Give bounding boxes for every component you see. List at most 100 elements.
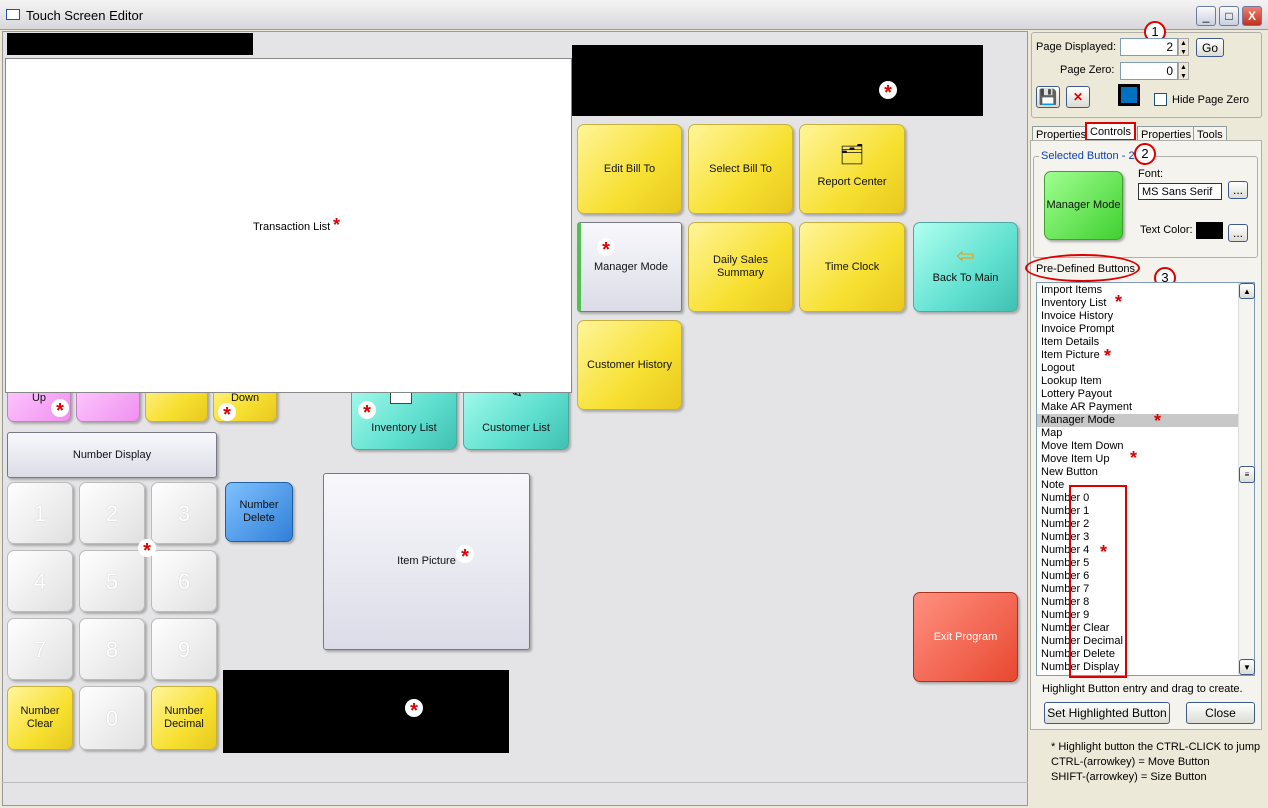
predefined-buttons-label: Pre-Defined Buttons <box>1036 263 1136 275</box>
help-text-1: * Highlight button the CTRL-CLICK to jum… <box>1051 741 1261 753</box>
window-title: Touch Screen Editor <box>26 8 144 23</box>
asterisk-marker: * <box>1104 346 1112 366</box>
manager-mode-button[interactable]: Manager Mode <box>577 222 682 312</box>
asterisk-marker: * <box>138 539 156 562</box>
go-button[interactable]: Go <box>1196 38 1224 57</box>
black-display-bar[interactable] <box>7 33 253 55</box>
list-item[interactable]: Invoice History <box>1037 310 1254 323</box>
asterisk-marker: * <box>456 545 474 568</box>
app-icon <box>6 9 20 20</box>
page-zero-label: Page Zero: <box>1060 64 1115 76</box>
help-text-3: SHIFT-(arrowkey) = Size Button <box>1051 771 1207 783</box>
text-color-label: Text Color: <box>1140 224 1193 236</box>
number-display[interactable]: Number Display <box>7 432 217 478</box>
black-display-top[interactable] <box>572 45 983 116</box>
text-color-browse-button[interactable]: ... <box>1228 224 1248 242</box>
page-zero-input[interactable]: 0 <box>1120 62 1178 80</box>
close-window-button[interactable]: X <box>1242 6 1262 26</box>
daily-sales-summary-button[interactable]: Daily Sales Summary <box>688 222 793 312</box>
edit-bill-to-button[interactable]: Edit Bill To <box>577 124 682 214</box>
page-displayed-label: Page Displayed: <box>1036 41 1117 53</box>
number-6-button[interactable]: 6 <box>151 550 217 612</box>
list-item[interactable]: Import Items <box>1037 284 1254 297</box>
text-color-swatch[interactable] <box>1196 222 1223 239</box>
scroll-thumb[interactable]: ≡ <box>1239 466 1255 483</box>
scroll-down-icon[interactable]: ▼ <box>1239 659 1255 675</box>
scroll-up-icon[interactable]: ▲ <box>1239 283 1255 299</box>
asterisk-marker: * <box>405 699 423 722</box>
number-8-button[interactable]: 8 <box>79 618 145 680</box>
list-item[interactable]: Map <box>1037 427 1254 440</box>
asterisk-marker: * <box>51 399 69 422</box>
font-browse-button[interactable]: ... <box>1228 181 1248 199</box>
number-4-button[interactable]: 4 <box>7 550 73 612</box>
list-item[interactable]: Item Picture <box>1037 349 1254 362</box>
asterisk-marker: * <box>358 401 376 424</box>
asterisk-marker: * <box>1100 542 1108 562</box>
exit-program-button[interactable]: Exit Program <box>913 592 1018 682</box>
page-zero-spinner[interactable]: ▲ ▼ <box>1178 62 1189 80</box>
hide-page-zero-label: Hide Page Zero <box>1172 94 1250 106</box>
list-item[interactable]: Manager Mode <box>1037 414 1254 427</box>
folder-icon: 🗂 <box>839 144 865 166</box>
list-item[interactable]: Lottery Payout <box>1037 388 1254 401</box>
close-button[interactable]: Close <box>1186 702 1255 724</box>
callout-2: 2 <box>1134 143 1156 165</box>
tab-controls[interactable]: Controls <box>1085 122 1136 141</box>
asterisk-marker: * <box>218 403 236 426</box>
number-0-button[interactable]: 0 <box>79 686 145 750</box>
list-item[interactable]: Move Item Down <box>1037 440 1254 453</box>
font-input[interactable]: MS Sans Serif <box>1138 183 1222 200</box>
number-1-button[interactable]: 1 <box>7 482 73 544</box>
delete-page-icon[interactable]: ✕ <box>1066 86 1090 108</box>
number-delete-button[interactable]: Number Delete <box>225 482 293 542</box>
number-5-button[interactable]: 5 <box>79 550 145 612</box>
number-2-button[interactable]: 2 <box>79 482 145 544</box>
list-item[interactable]: Lookup Item <box>1037 375 1254 388</box>
asterisk-marker: * <box>1130 448 1138 468</box>
title-bar: Touch Screen Editor _ □ X <box>0 0 1268 30</box>
list-item[interactable]: New Button <box>1037 466 1254 479</box>
asterisk-marker: * <box>597 238 615 261</box>
back-arrow-sign-icon: ⇦ <box>956 243 975 268</box>
drag-hint: Highlight Button entry and drag to creat… <box>1042 683 1243 695</box>
list-item[interactable]: Make AR Payment <box>1037 401 1254 414</box>
font-label: Font: <box>1138 168 1164 180</box>
help-text-2: CTRL-(arrowkey) = Move Button <box>1051 756 1210 768</box>
number-clear-button[interactable]: Number Clear <box>7 686 73 750</box>
page-displayed-input[interactable]: 2 <box>1120 38 1178 56</box>
hide-page-zero-checkbox[interactable] <box>1154 93 1167 106</box>
minimize-button[interactable]: _ <box>1196 6 1216 26</box>
maximize-button[interactable]: □ <box>1219 6 1239 26</box>
asterisk-marker: * <box>879 81 897 104</box>
list-item[interactable]: Invoice Prompt <box>1037 323 1254 336</box>
selected-button-label: Selected Button - 2 <box>1039 150 1137 162</box>
transaction-list-label: Transaction List <box>253 221 331 233</box>
list-item[interactable]: Item Details <box>1037 336 1254 349</box>
report-center-button[interactable]: 🗂 Report Center <box>799 124 905 214</box>
save-icon[interactable]: 💾 <box>1036 86 1060 108</box>
list-scrollbar[interactable]: ▲ ≡ ▼ <box>1238 283 1255 675</box>
status-divider <box>2 782 1028 783</box>
list-item[interactable]: Inventory List <box>1037 297 1254 310</box>
item-picture-button[interactable]: Item Picture <box>323 473 530 650</box>
customer-history-button[interactable]: Customer History <box>577 320 682 410</box>
black-display-bottom[interactable] <box>223 670 509 753</box>
list-item[interactable]: Logout <box>1037 362 1254 375</box>
back-to-main-button[interactable]: ⇦ Back To Main <box>913 222 1018 312</box>
time-clock-button[interactable]: Time Clock <box>799 222 905 312</box>
asterisk-marker: * <box>333 215 341 235</box>
number-9-button[interactable]: 9 <box>151 618 217 680</box>
number-items-highlight <box>1069 485 1127 678</box>
number-3-button[interactable]: 3 <box>151 482 217 544</box>
page-color-swatch[interactable] <box>1118 84 1140 106</box>
asterisk-marker: * <box>1115 292 1123 312</box>
number-decimal-button[interactable]: Number Decimal <box>151 686 217 750</box>
page-displayed-spinner[interactable]: ▲ ▼ <box>1178 38 1189 56</box>
asterisk-marker: * <box>1154 411 1162 431</box>
number-7-button[interactable]: 7 <box>7 618 73 680</box>
transaction-list[interactable]: Transaction List * <box>5 58 572 393</box>
list-item[interactable]: Move Item Up <box>1037 453 1254 466</box>
set-highlighted-button[interactable]: Set Highlighted Button <box>1044 702 1170 724</box>
select-bill-to-button[interactable]: Select Bill To <box>688 124 793 214</box>
